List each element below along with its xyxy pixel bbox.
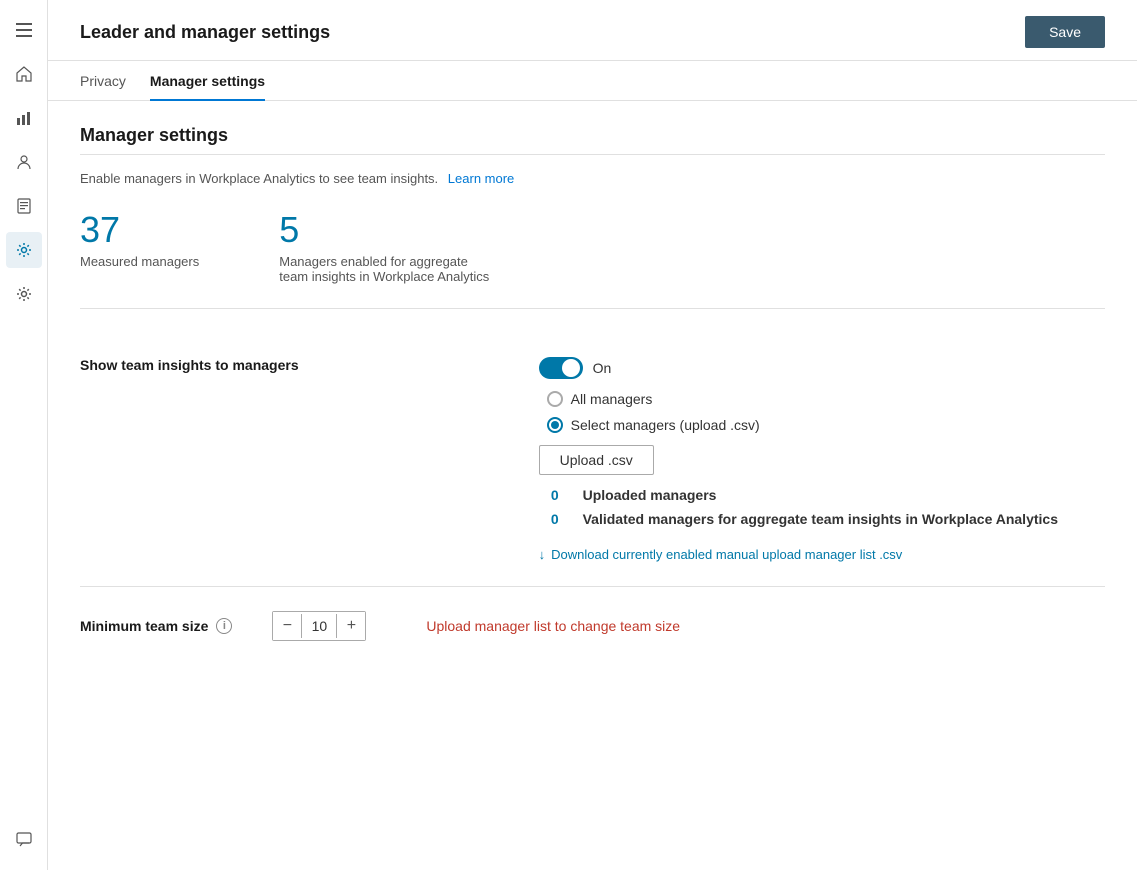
- page-title: Leader and manager settings: [80, 22, 330, 43]
- section-divider: [80, 154, 1105, 155]
- show-team-insights-label: Show team insights to managers: [80, 357, 299, 373]
- description-text: Enable managers in Workplace Analytics t…: [80, 171, 438, 186]
- sidebar-icon-chart[interactable]: [6, 100, 42, 136]
- uploaded-managers-label: Uploaded managers: [583, 487, 717, 503]
- upload-stat-row-2: 0 Validated managers for aggregate team …: [539, 511, 1058, 527]
- stepper-decrement[interactable]: −: [273, 612, 301, 640]
- learn-more-link[interactable]: Learn more: [448, 171, 514, 186]
- stat-number-enabled: 5: [279, 210, 499, 250]
- tab-privacy[interactable]: Privacy: [80, 61, 126, 101]
- stat-label-measured: Measured managers: [80, 254, 199, 269]
- toggle-row: On: [539, 357, 1058, 379]
- team-size-stepper: − 10 +: [272, 611, 366, 641]
- toggle-on-label: On: [593, 360, 612, 376]
- sidebar: [0, 0, 48, 870]
- upload-csv-button[interactable]: Upload .csv: [539, 445, 654, 475]
- info-icon[interactable]: i: [216, 618, 232, 634]
- header: Leader and manager settings Save: [48, 0, 1137, 61]
- stat-label-enabled: Managers enabled for aggregate team insi…: [279, 254, 499, 284]
- settings-controls: On All managers Select managers (upload …: [539, 357, 1058, 562]
- section-title: Manager settings: [80, 125, 1105, 146]
- stat-enabled-managers: 5 Managers enabled for aggregate team in…: [279, 210, 499, 284]
- main-content: Leader and manager settings Save Privacy…: [48, 0, 1137, 870]
- upload-change-label: Upload manager list to change team size: [426, 618, 680, 634]
- tabs-bar: Privacy Manager settings: [48, 61, 1137, 101]
- download-link-text: Download currently enabled manual upload…: [551, 547, 902, 562]
- tab-manager-settings[interactable]: Manager settings: [150, 61, 265, 101]
- team-insights-toggle[interactable]: [539, 357, 583, 379]
- content-area: Manager settings Enable managers in Work…: [48, 101, 1137, 870]
- upload-stats: 0 Uploaded managers 0 Validated managers…: [539, 487, 1058, 527]
- radio-label-all: All managers: [571, 391, 653, 407]
- radio-label-select: Select managers (upload .csv): [571, 417, 760, 433]
- manager-radio-group: All managers Select managers (upload .cs…: [547, 391, 1058, 433]
- radio-circle-select: [547, 417, 563, 433]
- min-team-size-label: Minimum team size i: [80, 618, 232, 634]
- validated-managers-count: 0: [539, 511, 559, 527]
- radio-all-managers[interactable]: All managers: [547, 391, 1058, 407]
- stat-number-measured: 37: [80, 210, 199, 250]
- uploaded-managers-count: 0: [539, 487, 559, 503]
- minimum-team-size-section: Minimum team size i − 10 + Upload manage…: [80, 587, 1105, 665]
- sidebar-icon-settings2[interactable]: [6, 276, 42, 312]
- sidebar-icon-people[interactable]: [6, 144, 42, 180]
- download-manager-list-link[interactable]: ↓ Download currently enabled manual uplo…: [539, 547, 1058, 562]
- sidebar-icon-settings-active[interactable]: [6, 232, 42, 268]
- radio-select-managers[interactable]: Select managers (upload .csv): [547, 417, 1058, 433]
- save-button[interactable]: Save: [1025, 16, 1105, 48]
- min-team-label-text: Minimum team size: [80, 618, 208, 634]
- stepper-value: 10: [301, 614, 337, 638]
- sidebar-icon-home[interactable]: [6, 56, 42, 92]
- stepper-increment[interactable]: +: [337, 612, 365, 640]
- upload-stat-row-1: 0 Uploaded managers: [539, 487, 1058, 503]
- sidebar-icon-feedback[interactable]: [6, 822, 42, 858]
- download-icon: ↓: [539, 547, 546, 562]
- sidebar-icon-reports[interactable]: [6, 188, 42, 224]
- radio-circle-all: [547, 391, 563, 407]
- stats-row: 37 Measured managers 5 Managers enabled …: [80, 210, 1105, 309]
- settings-row: Show team insights to managers On All ma…: [80, 357, 1105, 562]
- section-description: Enable managers in Workplace Analytics t…: [80, 171, 1105, 186]
- sidebar-icon-menu[interactable]: [6, 12, 42, 48]
- show-team-insights-section: Show team insights to managers On All ma…: [80, 333, 1105, 587]
- stat-measured-managers: 37 Measured managers: [80, 210, 199, 284]
- validated-managers-label: Validated managers for aggregate team in…: [583, 511, 1058, 527]
